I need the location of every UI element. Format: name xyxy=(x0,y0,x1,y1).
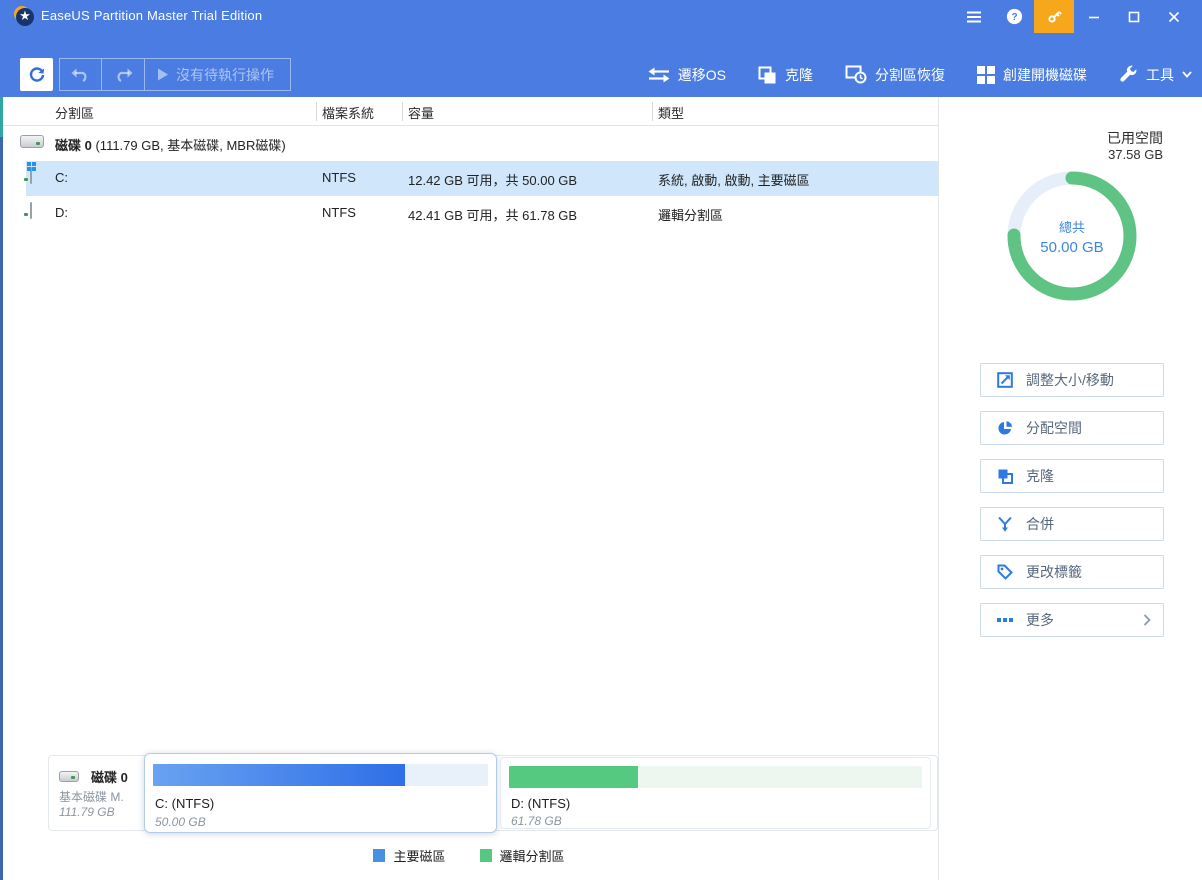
redo-icon xyxy=(114,67,133,82)
disk-icon xyxy=(20,135,44,148)
allocate-space-button[interactable]: 分配空間 xyxy=(980,411,1164,445)
disk-map-disk-subtitle: 基本磁碟 M. xyxy=(59,788,124,805)
legend-logical-partition: 邏輯分割區 xyxy=(480,846,565,865)
merge-button[interactable]: 合併 xyxy=(980,507,1164,541)
pending-operations-button[interactable]: 沒有待執行操作 xyxy=(144,59,290,90)
c-usage-bar xyxy=(153,764,488,786)
change-label-icon xyxy=(997,564,1013,580)
windows-badge-icon xyxy=(27,162,37,172)
legend: 主要磁區 邏輯分割區 xyxy=(0,846,938,865)
partition-name: C: xyxy=(55,170,68,185)
undo-button[interactable] xyxy=(60,59,102,90)
close-icon[interactable] xyxy=(1154,0,1194,33)
upgrade-key-icon[interactable] xyxy=(1034,0,1074,33)
tools-icon xyxy=(1119,65,1138,84)
primary-partition-swatch xyxy=(373,849,385,862)
partition-capacity: 12.42 GB 可用，共 50.00 GB xyxy=(408,170,577,189)
pending-operations-label: 沒有待執行操作 xyxy=(176,65,274,85)
d-partition-label: D: (NTFS) xyxy=(511,796,570,811)
disk-map-partition-c[interactable]: C: (NTFS) 50.00 GB xyxy=(144,753,497,833)
col-capacity: 容量 xyxy=(408,103,434,122)
col-partition: 分割區 xyxy=(55,103,94,122)
partition-name: D: xyxy=(55,205,68,220)
col-type: 類型 xyxy=(658,103,684,122)
toolbar: 沒有待執行操作 遷移OS 克隆 分割區恢復 創建開機磁碟 xyxy=(0,52,1202,97)
legend-primary-partition: 主要磁區 xyxy=(373,846,445,865)
titlebar: ★ EaseUS Partition Master Trial Edition … xyxy=(0,0,1202,33)
operation-group: 沒有待執行操作 xyxy=(59,58,291,91)
redo-button[interactable] xyxy=(102,59,144,90)
migrate-os-button[interactable]: 遷移OS xyxy=(648,65,726,85)
partition-capacity: 42.41 GB 可用，共 61.78 GB xyxy=(408,205,577,224)
play-icon xyxy=(157,68,168,81)
partition-type: 邏輯分割區 xyxy=(658,205,723,224)
change-label-button[interactable]: 更改標籤 xyxy=(980,555,1164,589)
donut-total-label: 總共 xyxy=(1059,217,1085,236)
table-header: 分割區 檔案系統 容量 類型 xyxy=(0,97,938,126)
disk-icon xyxy=(59,771,79,782)
maximize-icon[interactable] xyxy=(1114,0,1154,33)
partition-row-c[interactable]: C: NTFS 12.42 GB 可用，共 50.00 GB 系統, 啟動, 啟… xyxy=(26,161,938,196)
resize-move-icon xyxy=(997,372,1013,388)
undo-icon xyxy=(71,67,90,82)
window-title: EaseUS Partition Master Trial Edition xyxy=(41,8,262,23)
refresh-icon xyxy=(28,66,46,84)
used-space-label: 已用空間 xyxy=(1000,128,1163,148)
chevron-right-icon xyxy=(1143,614,1151,626)
partition-filesystem: NTFS xyxy=(322,205,356,220)
resize-move-button[interactable]: 調整大小/移動 xyxy=(980,363,1164,397)
disk-map-partition-d[interactable]: D: (NTFS) 61.78 GB xyxy=(500,757,931,829)
disk-map-disk-name: 磁碟 0 xyxy=(91,767,128,786)
d-partition-size: 61.78 GB xyxy=(511,814,562,828)
minimize-icon[interactable] xyxy=(1074,0,1114,33)
disk-row[interactable]: 磁碟 0 (111.79 GB, 基本磁碟, MBR磁碟) xyxy=(0,126,938,161)
disk-map-disk-size: 111.79 GB xyxy=(59,805,115,819)
partition-table: 分割區 檔案系統 容量 類型 磁碟 0 (111.79 GB, 基本磁碟, MB… xyxy=(0,97,938,231)
col-filesystem: 檔案系統 xyxy=(322,103,374,122)
bootable-disk-button[interactable]: 創建開機磁碟 xyxy=(977,65,1087,85)
bootable-disk-icon xyxy=(977,66,995,84)
more-icon xyxy=(997,617,1013,623)
app-window: ★ EaseUS Partition Master Trial Edition … xyxy=(0,0,1202,880)
c-partition-size: 50.00 GB xyxy=(155,815,206,829)
header: ★ EaseUS Partition Master Trial Edition … xyxy=(0,0,1202,97)
c-partition-label: C: (NTFS) xyxy=(155,796,214,811)
migrate-os-icon xyxy=(648,67,670,83)
clone-icon xyxy=(758,66,777,84)
sidebar-divider xyxy=(938,97,939,880)
easeus-logo-icon: ★ xyxy=(14,6,34,26)
disk-name: 磁碟 0 xyxy=(55,138,92,153)
logical-partition-swatch xyxy=(480,849,492,862)
disk-map: 磁碟 0 基本磁碟 M. 111.79 GB C: (NTFS) 50.00 G… xyxy=(48,755,938,831)
left-edge-strip xyxy=(0,97,3,880)
menu-icon[interactable] xyxy=(954,0,994,33)
d-drive-icon xyxy=(30,202,32,219)
d-usage-bar xyxy=(509,766,922,788)
partition-recovery-button[interactable]: 分割區恢復 xyxy=(845,65,945,85)
toolbar-actions: 遷移OS 克隆 分割區恢復 創建開機磁碟 工具 xyxy=(648,52,1192,97)
svg-text:?: ? xyxy=(1011,12,1017,23)
clone-button[interactable]: 克隆 xyxy=(758,65,813,85)
clone-button-sidebar[interactable]: 克隆 xyxy=(980,459,1164,493)
partition-filesystem: NTFS xyxy=(322,170,356,185)
partition-recovery-icon xyxy=(845,65,867,84)
used-space-value: 37.58 GB xyxy=(1000,147,1163,162)
more-button[interactable]: 更多 xyxy=(980,603,1164,637)
partition-row-d[interactable]: D: NTFS 42.41 GB 可用，共 61.78 GB 邏輯分割區 xyxy=(0,196,938,231)
tools-button[interactable]: 工具 xyxy=(1119,65,1192,85)
donut-total-value: 50.00 GB xyxy=(1040,239,1103,256)
allocate-space-icon xyxy=(997,420,1013,436)
chevron-down-icon xyxy=(1182,71,1192,78)
c-drive-icon xyxy=(30,167,32,184)
disk-details: (111.79 GB, 基本磁碟, MBR磁碟) xyxy=(95,138,285,153)
partition-type: 系統, 啟動, 啟動, 主要磁區 xyxy=(658,170,810,189)
refresh-button[interactable] xyxy=(20,58,53,91)
merge-icon xyxy=(997,516,1013,532)
clone-icon xyxy=(997,468,1013,484)
help-icon[interactable]: ? xyxy=(994,0,1034,33)
